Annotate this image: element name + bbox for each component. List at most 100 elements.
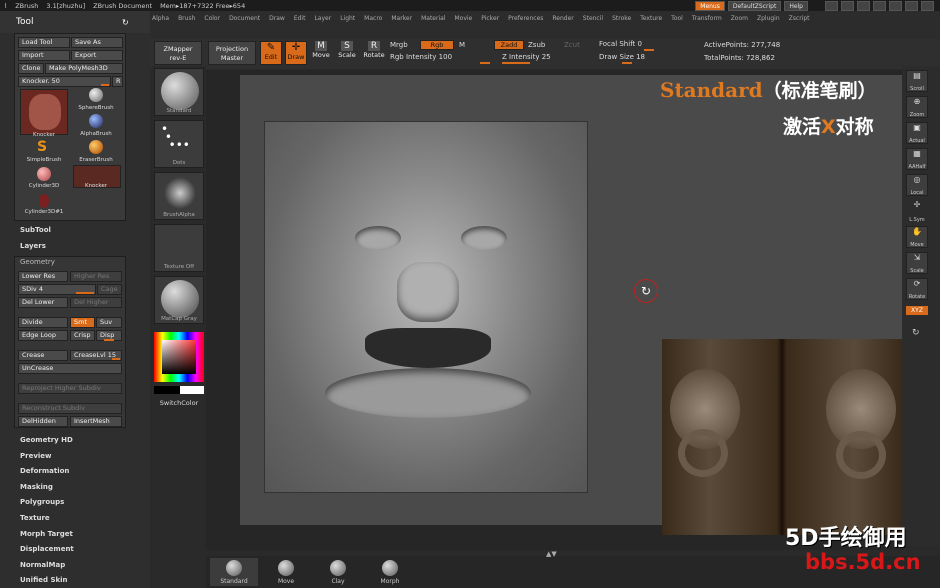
scale-button[interactable]: S Scale (336, 41, 358, 65)
shelf-toggle-icon[interactable]: ▲▼ (546, 550, 557, 558)
zadd-toggle[interactable]: Zadd (494, 40, 524, 50)
cylinder-icon[interactable] (37, 167, 51, 181)
lsym-button[interactable]: ✢ L.Sym (906, 200, 928, 223)
aahalf-button[interactable]: ▦ AAHalf (906, 148, 928, 170)
make-polymesh-button[interactable]: Make PolyMesh3D (45, 63, 123, 74)
switch-color-button[interactable]: SwitchColor (152, 399, 206, 407)
maximize-icon[interactable] (905, 1, 918, 11)
section-geometry-hd[interactable]: Geometry HD (20, 436, 73, 444)
menu-item-layer[interactable]: Layer (314, 15, 331, 22)
section-texture[interactable]: Texture (20, 514, 50, 522)
draw-size-slider[interactable]: Draw Size 18 (599, 53, 645, 61)
material-tile[interactable]: MatCap Gray (154, 276, 204, 324)
menu-item-zplugin[interactable]: Zplugin (757, 15, 780, 22)
alpha-brush-icon[interactable] (89, 114, 103, 128)
main-color-swatch[interactable] (154, 386, 180, 394)
morph-brush-button[interactable]: Morph (366, 558, 414, 586)
section-masking[interactable]: Masking (20, 483, 53, 491)
sphere-brush-icon[interactable] (89, 88, 103, 102)
clay-brush-button[interactable]: Clay (314, 558, 362, 586)
projection-master-button[interactable]: Projection Master (208, 41, 256, 65)
section-deformation[interactable]: Deformation (20, 467, 69, 475)
menu-item-edit[interactable]: Edit (294, 15, 306, 22)
zmapper-button[interactable]: ZMapper rev-E (154, 41, 202, 65)
section-polygroups[interactable]: Polygroups (20, 498, 64, 506)
move-brush-button[interactable]: Move (262, 558, 310, 586)
local-button[interactable]: ◎ Local (906, 174, 928, 196)
minimize-icon[interactable] (889, 1, 902, 11)
layers-section[interactable]: Layers (20, 242, 46, 250)
cage-button[interactable]: Cage (97, 284, 122, 295)
alpha-tile[interactable]: BrushAlpha (154, 172, 204, 220)
document-canvas[interactable]: ↻ (240, 75, 902, 535)
standard-brush-button[interactable]: Standard (210, 558, 258, 586)
menu-item-light[interactable]: Light (340, 15, 355, 22)
del-lower-button[interactable]: Del Lower (18, 297, 68, 308)
cylinder-alt-icon[interactable] (39, 194, 49, 208)
export-button[interactable]: Export (71, 50, 123, 61)
rotate-button[interactable]: R Rotate (362, 41, 386, 65)
move-view-button[interactable]: ✋ Move (906, 226, 928, 248)
refresh-icon[interactable]: ↻ (122, 18, 129, 27)
menu-item-brush[interactable]: Brush (178, 15, 195, 22)
help-button[interactable]: Help (784, 1, 808, 11)
move-button[interactable]: M Move (310, 41, 332, 65)
lion-relief-model[interactable] (264, 121, 588, 493)
menu-item-texture[interactable]: Texture (640, 15, 662, 22)
standard-brush-tile[interactable]: Standard (154, 68, 204, 116)
window-icon[interactable] (825, 1, 838, 11)
default-zscript-button[interactable]: DefaultZScript (727, 1, 782, 11)
rgb-toggle[interactable]: Rgb (420, 40, 454, 50)
mrgb-toggle[interactable]: Mrgb (390, 41, 408, 49)
reproject-button[interactable]: Reproject Higher Subdiv (18, 383, 122, 394)
clone-button[interactable]: Clone (18, 63, 44, 74)
section-normalmap[interactable]: NormalMap (20, 561, 65, 569)
palette-icon[interactable] (857, 1, 870, 11)
menu-item-stroke[interactable]: Stroke (612, 15, 631, 22)
smt-toggle[interactable]: Smt (70, 317, 95, 328)
lock-icon[interactable] (873, 1, 886, 11)
menu-item-transform[interactable]: Transform (692, 15, 722, 22)
rotate-view-button[interactable]: ⟳ Rotate (906, 278, 928, 300)
section-morph-target[interactable]: Morph Target (20, 530, 73, 538)
knocker-slider[interactable]: Knocker. 50 (18, 76, 111, 87)
menus-button[interactable]: Menus (695, 1, 725, 11)
rgb-intensity-slider[interactable]: Rgb Intensity 100 (390, 53, 452, 61)
layout-icon[interactable] (841, 1, 854, 11)
menu-item-material[interactable]: Material (421, 15, 445, 22)
save-as-button[interactable]: Save As (71, 37, 123, 48)
focal-shift-slider[interactable]: Focal Shift 0 (599, 40, 642, 48)
secondary-color-swatch[interactable] (180, 386, 204, 394)
menu-item-draw[interactable]: Draw (269, 15, 285, 22)
menu-item-render[interactable]: Render (552, 15, 573, 22)
color-square[interactable] (162, 340, 196, 374)
suv-toggle[interactable]: Suv (96, 317, 122, 328)
scale-view-button[interactable]: ⇲ Scale (906, 252, 928, 274)
m-toggle[interactable]: M (459, 41, 465, 49)
del-higher-button[interactable]: Del Higher (70, 297, 122, 308)
menu-item-macro[interactable]: Macro (364, 15, 382, 22)
color-picker[interactable] (154, 332, 204, 382)
scroll-button[interactable]: ▤ Scroll (906, 70, 928, 92)
knocker-thumbnail[interactable] (20, 89, 68, 135)
uncrease-button[interactable]: UnCrease (18, 363, 122, 374)
menu-item-picker[interactable]: Picker (481, 15, 499, 22)
menu-item-color[interactable]: Color (204, 15, 220, 22)
crease-button[interactable]: Crease (18, 350, 68, 361)
menu-item-document[interactable]: Document (229, 15, 260, 22)
xyz-toggle[interactable]: XYZ (906, 306, 928, 315)
menu-item-preferences[interactable]: Preferences (508, 15, 543, 22)
section-displacement[interactable]: Displacement (20, 545, 74, 553)
crisp-toggle[interactable]: Crisp (70, 330, 95, 341)
delhidden-button[interactable]: DelHidden (18, 416, 68, 427)
lower-res-button[interactable]: Lower Res (18, 271, 68, 282)
eraser-brush-icon[interactable] (89, 140, 103, 154)
menu-item-tool[interactable]: Tool (671, 15, 683, 22)
zcut-toggle[interactable]: Zcut (564, 41, 580, 49)
close-icon[interactable] (921, 1, 934, 11)
geometry-section[interactable]: Geometry (20, 258, 55, 266)
zoom-button[interactable]: ⊕ Zoom (906, 96, 928, 118)
divide-button[interactable]: Divide (18, 317, 68, 328)
menu-item-movie[interactable]: Movie (454, 15, 472, 22)
subtool-section[interactable]: SubTool (20, 226, 51, 234)
